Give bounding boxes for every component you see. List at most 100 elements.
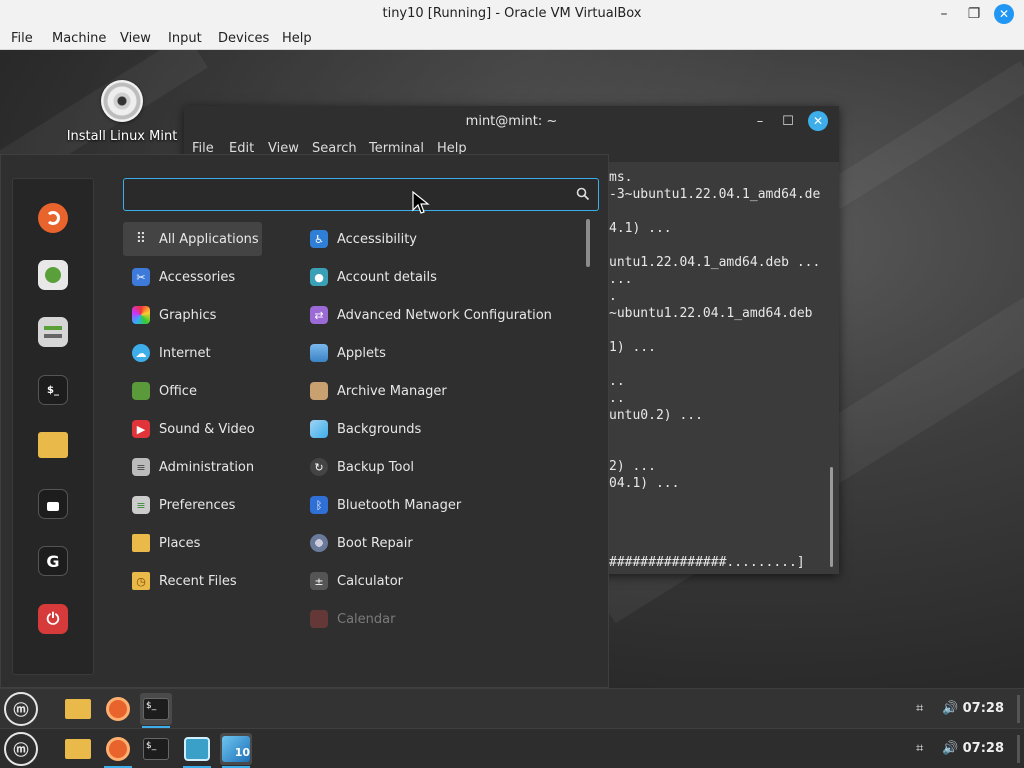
host-taskbar-virtualbox-button[interactable]: 10 (220, 733, 252, 768)
terminal-line: ... (609, 272, 633, 287)
install-linux-mint-shortcut[interactable]: Install Linux Mint (66, 80, 178, 144)
category-label: Accessories (159, 269, 236, 285)
settings-toggle-icon[interactable] (38, 317, 68, 347)
disc-icon (101, 80, 143, 122)
vbox-menu-file[interactable]: File (11, 31, 33, 46)
maximize-icon[interactable]: ❐ (964, 4, 984, 24)
category-label: Preferences (159, 497, 236, 513)
category-label: All Applications (159, 231, 259, 247)
category-label: Sound & Video (159, 421, 255, 437)
admin-icon: ≡ (132, 458, 150, 476)
clock[interactable]: 07:28 (963, 701, 1004, 716)
calendar-icon (310, 610, 328, 628)
app-label: Applets (337, 345, 386, 361)
terminal-title: mint@mint: ~ (465, 114, 558, 129)
host-mint-menu-button[interactable]: ⓜ (4, 732, 38, 766)
vbox-menu-help[interactable]: Help (282, 31, 312, 46)
terminal-line: -3~ubuntu1.22.04.1_amd64.de (609, 187, 821, 202)
minimize-icon[interactable]: – (934, 4, 954, 24)
category-administration[interactable]: ≡ Administration (123, 450, 262, 484)
category-all-applications[interactable]: ⠿ All Applications (123, 222, 262, 256)
category-internet[interactable]: ☁ Internet (123, 336, 262, 370)
app-label: Calendar (337, 611, 396, 627)
terminal-line: ms. (609, 170, 633, 185)
firefox-icon[interactable] (38, 203, 68, 233)
close-icon[interactable]: ✕ (994, 4, 1014, 24)
host-taskbar-terminal-button[interactable]: $_ (140, 733, 172, 765)
category-label: Administration (159, 459, 255, 475)
app-label: Accessibility (337, 231, 417, 247)
bluetooth-icon: ᛒ (310, 496, 328, 514)
app-backgrounds[interactable]: Backgrounds (301, 412, 586, 446)
cloud-icon: ☁ (132, 344, 150, 362)
terminal-line: 4.1) ... (609, 221, 672, 236)
lock-screen-icon[interactable] (38, 489, 68, 519)
category-recent-files[interactable]: ◷ Recent Files (123, 564, 262, 598)
network-icon[interactable]: ⌗ (916, 741, 923, 756)
preferences-icon: ≡ (132, 496, 150, 514)
host-taskbar-firefox-button[interactable] (102, 733, 134, 768)
category-places[interactable]: Places (123, 526, 262, 560)
category-graphics[interactable]: Graphics (123, 298, 262, 332)
taskbar-terminal-button[interactable]: $_ (140, 693, 172, 728)
category-office[interactable]: Office (123, 374, 262, 408)
volume-icon[interactable]: 🔊 (942, 741, 958, 756)
firefox-icon (106, 737, 130, 761)
backup-icon: ↻ (310, 458, 328, 476)
power-icon[interactable]: ⏻ (38, 604, 68, 634)
terminal-line: . (609, 289, 617, 304)
terminal-icon: $_ (143, 698, 169, 720)
app-account-details[interactable]: ● Account details (301, 260, 586, 294)
vbox-menubar: File Machine View Input Devices Help (0, 28, 1024, 50)
vbox-menu-view[interactable]: View (120, 31, 151, 46)
mint-menu-button[interactable]: ⓜ (4, 692, 38, 726)
terminal-scrollbar[interactable] (830, 467, 833, 567)
app-advanced-network-configuration[interactable]: ⇄ Advanced Network Configuration (301, 298, 586, 332)
volume-icon[interactable]: 🔊 (942, 701, 958, 716)
start-menu: $_ G ⏻ ⠿ All Applications ✂ Accessories … (0, 154, 609, 688)
host-taskbar-files-button[interactable] (62, 733, 94, 765)
firefox-icon (106, 697, 130, 721)
category-accessories[interactable]: ✂ Accessories (123, 260, 262, 294)
vbox-window-title: tiny10 [Running] - Oracle VM VirtualBox (382, 6, 642, 21)
category-preferences[interactable]: ≡ Preferences (123, 488, 262, 522)
terminal-minimize-icon[interactable]: – (750, 111, 770, 131)
terminal-titlebar[interactable]: mint@mint: ~ – ☐ ✕ (184, 106, 839, 136)
panel-edge (1017, 695, 1020, 723)
search-field[interactable] (123, 178, 599, 211)
software-manager-icon[interactable] (38, 260, 68, 290)
terminal-icon[interactable]: $_ (38, 375, 68, 405)
app-label: Account details (337, 269, 437, 285)
play-icon: ▶ (132, 420, 150, 438)
search-input[interactable] (132, 185, 562, 205)
app-backup-tool[interactable]: ↻ Backup Tool (301, 450, 586, 484)
search-icon (576, 187, 590, 201)
clock[interactable]: 07:28 (963, 741, 1004, 756)
app-calculator[interactable]: ± Calculator (301, 564, 586, 598)
terminal-maximize-icon[interactable]: ☐ (778, 111, 798, 131)
menu-scrollbar[interactable] (586, 219, 590, 267)
category-label: Recent Files (159, 573, 237, 589)
taskbar-files-button[interactable] (62, 693, 94, 725)
files-folder-icon[interactable] (38, 432, 68, 458)
network-icon[interactable]: ⌗ (916, 701, 923, 716)
app-boot-repair[interactable]: Boot Repair (301, 526, 586, 560)
vbox-menu-machine[interactable]: Machine (52, 31, 106, 46)
host-taskbar-monitor-button[interactable] (181, 733, 213, 768)
vbox-menu-input[interactable]: Input (168, 31, 202, 46)
app-bluetooth-manager[interactable]: ᛒ Bluetooth Manager (301, 488, 586, 522)
category-sound-video[interactable]: ▶ Sound & Video (123, 412, 262, 446)
vbox-menu-devices[interactable]: Devices (218, 31, 269, 46)
terminal-close-icon[interactable]: ✕ (808, 111, 828, 131)
taskbar-firefox-button[interactable] (102, 693, 134, 725)
category-label: Graphics (159, 307, 217, 323)
app-calendar[interactable]: Calendar (301, 602, 586, 632)
network-icon: ⇄ (310, 306, 328, 324)
system-monitor-icon (184, 737, 210, 761)
app-archive-manager[interactable]: Archive Manager (301, 374, 586, 408)
logout-icon[interactable]: G (38, 546, 68, 576)
app-accessibility[interactable]: ♿ Accessibility (301, 222, 586, 256)
panel-edge (1017, 735, 1020, 763)
app-applets[interactable]: Applets (301, 336, 586, 370)
app-label: Boot Repair (337, 535, 413, 551)
